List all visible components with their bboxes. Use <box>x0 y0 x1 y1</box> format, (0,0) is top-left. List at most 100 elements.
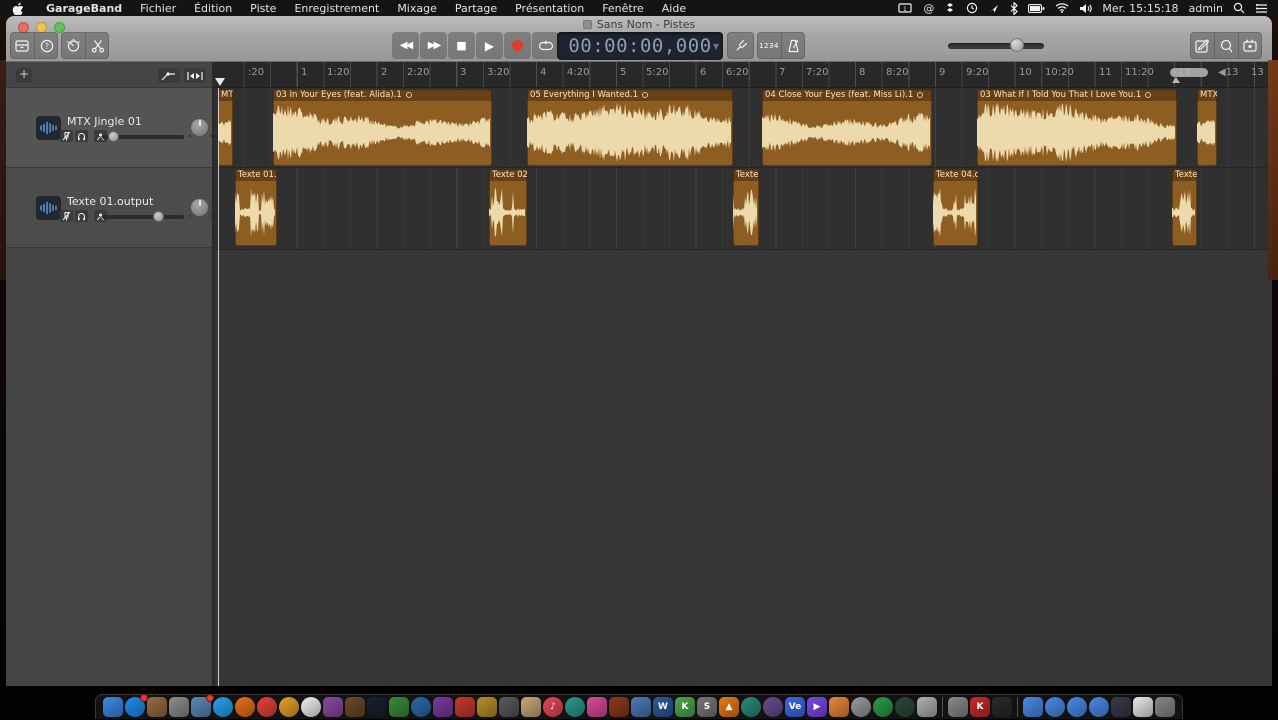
track-2-icon[interactable] <box>36 196 61 220</box>
audio-region-track2-5[interactable]: Texte <box>1172 169 1197 246</box>
dock-icon-music[interactable]: ♪ <box>543 697 563 717</box>
count-in-button[interactable]: 1234 <box>757 32 781 59</box>
menu-item-édition[interactable]: Édition <box>185 2 241 15</box>
wifi-icon[interactable] <box>1055 3 1069 13</box>
add-track-button[interactable]: + <box>16 68 32 83</box>
dropbox-icon[interactable] <box>944 2 956 14</box>
notepad-button[interactable] <box>1190 32 1214 59</box>
menubar-clock[interactable]: Mer. 15:15:18 <box>1102 2 1178 15</box>
dock-icon-wave-app[interactable] <box>411 697 431 717</box>
audio-region-track1-1[interactable]: MTX <box>218 89 233 166</box>
dock-icon-word-app[interactable]: W <box>653 697 673 717</box>
dock-icon-sonar-app[interactable] <box>367 697 387 717</box>
playhead-line[interactable] <box>218 88 219 686</box>
dock-icon-purple-app[interactable] <box>323 697 343 717</box>
dock-icon-art-app[interactable] <box>587 697 607 717</box>
audio-region-track2-2[interactable]: Texte 02.o <box>489 169 527 246</box>
menu-item-mixage[interactable]: Mixage <box>388 2 446 15</box>
dock-icon-wifi-green-app[interactable] <box>873 697 893 717</box>
library-button[interactable] <box>10 32 34 59</box>
track-header-2[interactable]: Texte 01.output <box>6 168 212 248</box>
track-1-icon[interactable] <box>36 116 61 140</box>
horizontal-zoom-slider[interactable] <box>1170 68 1208 77</box>
dock-icon-photo-fire[interactable] <box>609 697 629 717</box>
dock-icon-firefox[interactable] <box>235 697 255 717</box>
at-status-icon[interactable]: @ <box>923 2 934 15</box>
track-header-1[interactable]: MTX Jingle 01 <box>6 88 212 168</box>
lcd-chevron-down-icon[interactable]: ▼ <box>713 42 719 51</box>
menu-item-présentation[interactable]: Présentation <box>506 2 593 15</box>
volume-status-icon[interactable] <box>1079 3 1092 14</box>
rewind-button[interactable]: ◀◀ <box>392 32 419 59</box>
track-2-pan-knob[interactable] <box>190 198 209 217</box>
dock-icon-photo-landscape[interactable] <box>631 697 651 717</box>
lcd-display[interactable]: 00:00:00,000 ▼ <box>557 32 723 60</box>
audio-region-track2-3[interactable]: Texte 03 <box>733 169 759 246</box>
track-2-solo-button[interactable] <box>75 210 88 222</box>
track-zoom-button[interactable] <box>184 68 206 83</box>
playhead-marker[interactable] <box>215 78 225 86</box>
dock-icon-chrome[interactable] <box>257 697 277 717</box>
dock-icon-finder[interactable] <box>103 697 123 717</box>
track-1-name[interactable]: MTX Jingle 01 <box>67 115 142 128</box>
dock-icon-tv-app[interactable] <box>345 697 365 717</box>
battery-icon[interactable] <box>1028 4 1045 13</box>
menu-item-partage[interactable]: Partage <box>446 2 506 15</box>
notification-center-icon[interactable] <box>1255 3 1268 14</box>
track-2-mute-button[interactable] <box>60 210 73 222</box>
apple-menu-icon[interactable] <box>12 2 23 15</box>
smart-controls-knob-button[interactable] <box>61 32 85 59</box>
dock-icon-ve-app[interactable]: Ve <box>785 697 805 717</box>
tuner-button[interactable] <box>727 32 754 59</box>
master-volume-thumb[interactable] <box>1010 38 1024 52</box>
audio-region-track2-4[interactable]: Texte 04.out <box>933 169 978 246</box>
audio-region-track1-2[interactable]: 03 In Your Eyes (feat. Alida).1 <box>273 89 492 166</box>
audio-region-track1-6[interactable]: MTX <box>1197 89 1217 166</box>
track-2-lane[interactable]: Texte 01.ouTexte 02.oTexte 03Texte 04.ou… <box>215 168 1272 250</box>
dock-icon-network-globe-3[interactable] <box>1089 697 1109 717</box>
dock-icon-app-store[interactable] <box>125 697 145 717</box>
bluetooth-icon[interactable] <box>1010 2 1018 15</box>
time-machine-icon[interactable] <box>966 2 978 14</box>
spotlight-icon[interactable] <box>1233 2 1245 14</box>
record-button[interactable] <box>504 32 531 59</box>
menu-item-enregistrement[interactable]: Enregistrement <box>285 2 388 15</box>
track-1-pan-knob[interactable] <box>190 118 209 137</box>
track-1-volume-slider[interactable] <box>102 132 184 142</box>
dock-icon-utility-gray[interactable] <box>169 697 189 717</box>
dock-icon-drive-dark[interactable] <box>1111 697 1131 717</box>
master-volume-track[interactable] <box>948 43 1044 49</box>
dock-icon-midi-keyboard-app[interactable] <box>992 697 1012 717</box>
dock-icon-network-globe-1[interactable] <box>1045 697 1065 717</box>
media-browser-button[interactable] <box>1238 32 1262 59</box>
quick-help-button[interactable]: ? <box>34 32 58 59</box>
dock-icon-k-red-app[interactable]: K <box>970 697 990 717</box>
master-volume-slider[interactable] <box>948 40 1044 50</box>
dock-icon-doc-orange-app[interactable] <box>829 697 849 717</box>
play-button[interactable]: ▶ <box>476 32 503 59</box>
dock-icon-sphere-gray-app[interactable] <box>851 697 871 717</box>
dock-icon-k-green-app[interactable]: K <box>675 697 695 717</box>
dock-icon-globe-dark-app[interactable] <box>895 697 915 717</box>
menu-item-piste[interactable]: Piste <box>241 2 285 15</box>
timeline-ruler[interactable]: :2011:2022:2033:2044:2055:2066:2077:2088… <box>215 62 1272 88</box>
dock-icon-camera-app[interactable] <box>499 697 519 717</box>
dock-icon-apple-red-app[interactable] <box>455 697 475 717</box>
dock-icon-globe-teal-app[interactable] <box>741 697 761 717</box>
dock-icon-textedit[interactable] <box>1133 697 1153 717</box>
dock-icon-star-app[interactable] <box>433 697 453 717</box>
dock-icon-safari[interactable] <box>213 697 233 717</box>
dock-icon-s-gray-app[interactable]: S <box>697 697 717 717</box>
dock-icon-keychain[interactable] <box>948 697 968 717</box>
display-mirroring-icon[interactable]: 1 <box>898 3 913 14</box>
menu-app-name[interactable]: GarageBand <box>37 2 131 15</box>
dock-icon-network-globe-2[interactable] <box>1067 697 1087 717</box>
dock-icon-amber-app[interactable] <box>279 697 299 717</box>
audio-region-track1-4[interactable]: 04 Close Your Eyes (feat. Miss Li).1 <box>762 89 932 166</box>
menu-item-fenêtre[interactable]: Fenêtre <box>593 2 653 15</box>
dock-icon-folder-blue[interactable] <box>1023 697 1043 717</box>
editors-scissors-button[interactable] <box>85 32 109 59</box>
stop-button[interactable]: ■ <box>448 32 475 59</box>
menu-item-aide[interactable]: Aide <box>653 2 695 15</box>
track-2-name[interactable]: Texte 01.output <box>67 195 153 208</box>
